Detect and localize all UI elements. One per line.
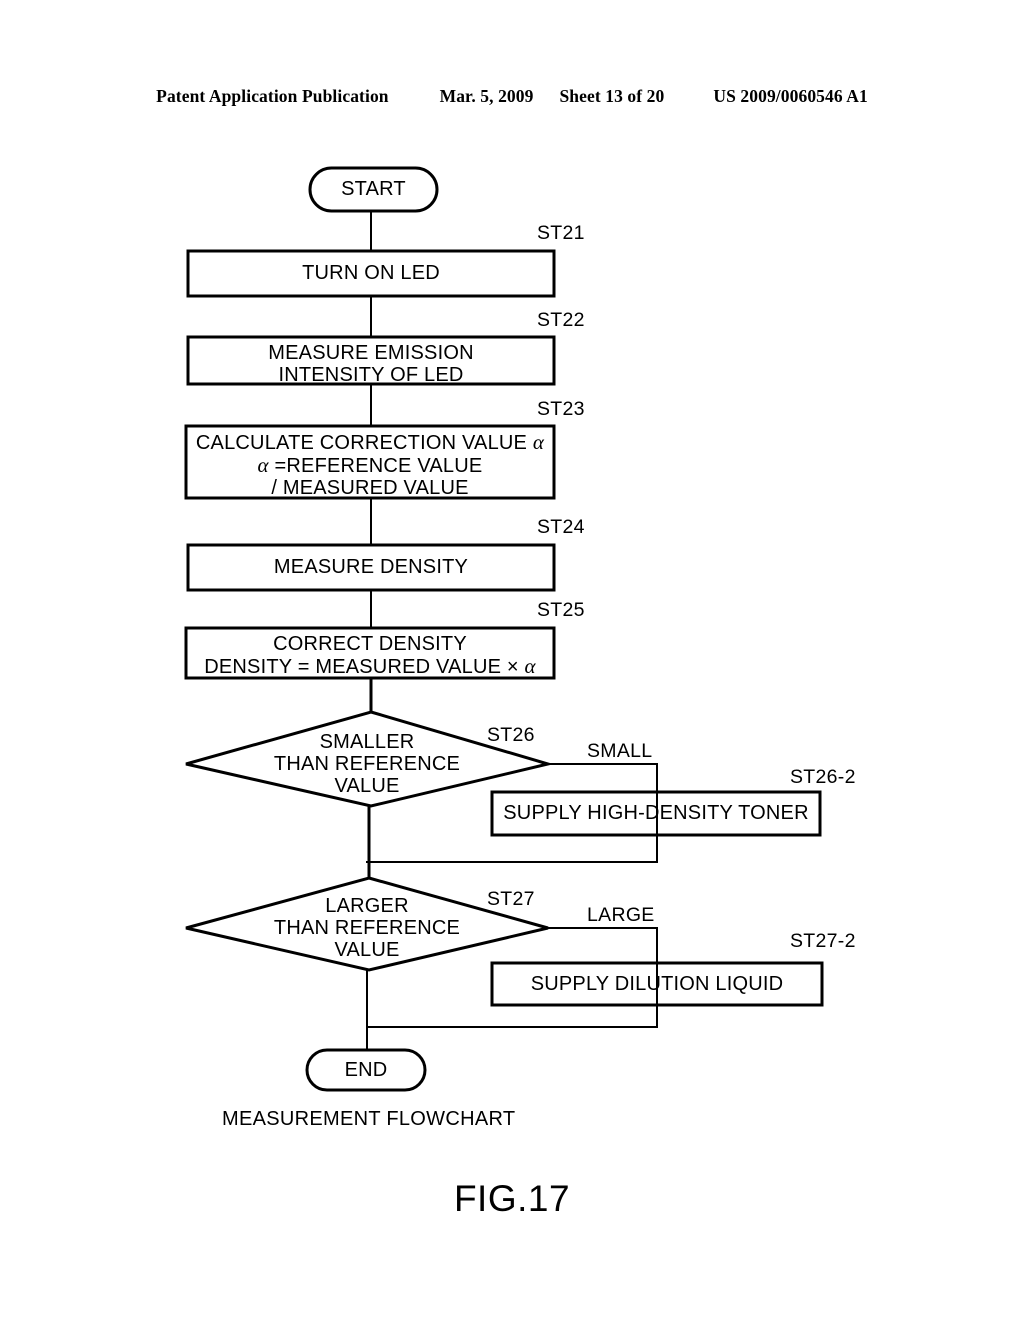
st25-box-shape <box>184 626 556 680</box>
st27-2-step-tag: ST27-2 <box>790 930 856 952</box>
st21-box-shape <box>186 249 556 298</box>
st23-step-tag: ST23 <box>537 398 585 420</box>
st22-step-tag: ST22 <box>537 309 585 331</box>
st24-box-shape <box>186 543 556 592</box>
st21-step-tag: ST21 <box>537 222 585 244</box>
figure-number-label: FIG.17 <box>453 1178 571 1219</box>
flowchart-caption: MEASUREMENT FLOWCHART <box>222 1108 516 1130</box>
st24-step-tag: ST24 <box>537 516 585 538</box>
st26-branch-label-small: SMALL <box>587 740 653 762</box>
st27-branch-label-large: LARGE <box>587 904 655 926</box>
st23-box-shape <box>184 424 556 500</box>
start-terminator-shape <box>308 166 439 213</box>
st27-step-tag: ST27 <box>487 888 535 910</box>
st25-step-tag: ST25 <box>537 599 585 621</box>
st22-box-shape <box>186 335 556 386</box>
flowchart: START TURN ON LED ST21 MEASURE EMISSION … <box>0 0 1024 1320</box>
st26-2-step-tag: ST26-2 <box>790 766 856 788</box>
st26-step-tag: ST26 <box>487 724 535 746</box>
end-terminator-shape <box>305 1048 427 1092</box>
